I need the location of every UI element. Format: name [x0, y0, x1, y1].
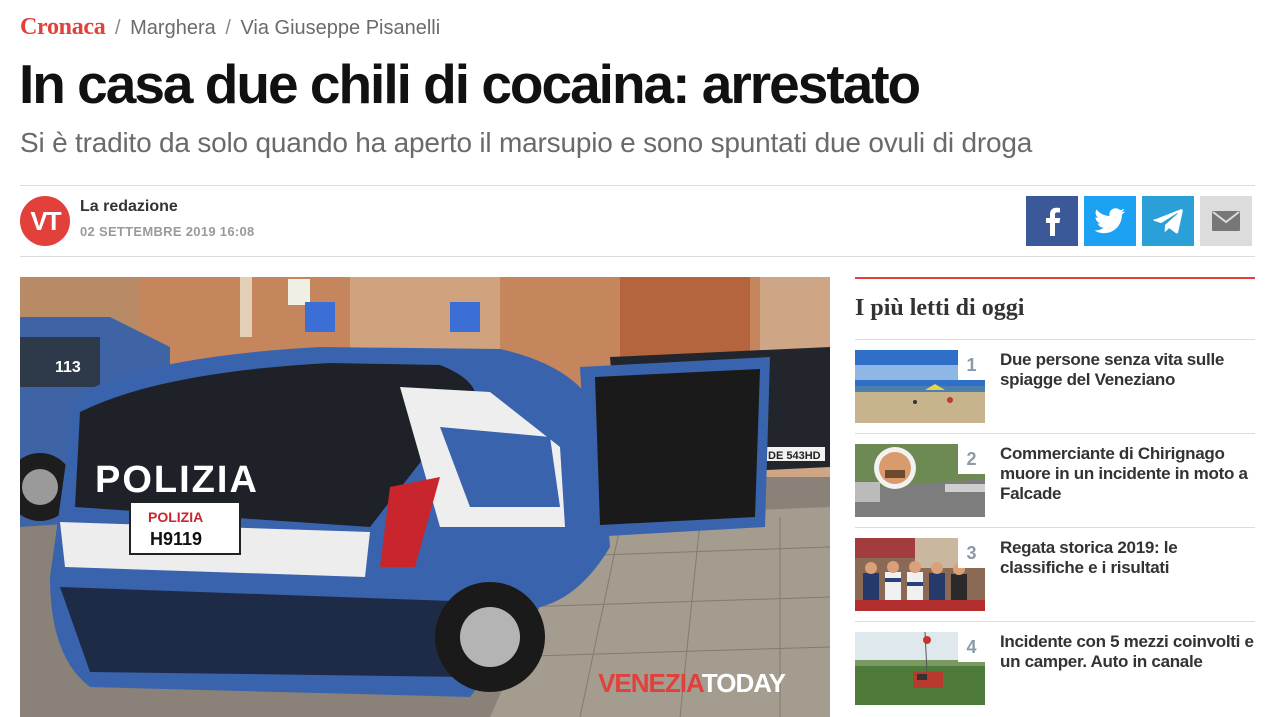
breadcrumb-section-link[interactable]: Cronaca	[20, 14, 106, 40]
watermark-venezia: VENEZIA	[598, 668, 703, 698]
breadcrumb-street-link[interactable]: Via Giuseppe Pisanelli	[240, 17, 440, 39]
facebook-icon	[1046, 207, 1061, 236]
plate-number-text: H9119	[150, 529, 202, 549]
divider	[20, 256, 1255, 257]
item-title-link[interactable]: Due persone senza vita sulle spiagge del…	[1000, 350, 1255, 390]
share-telegram-button[interactable]	[1142, 196, 1194, 246]
share-twitter-button[interactable]	[1084, 196, 1136, 246]
item-rank: 1	[958, 350, 985, 380]
item-rank: 3	[958, 538, 985, 568]
most-read-sidebar: I più letti di oggi 1 Due persone senza …	[855, 277, 1255, 716]
car-badge-text: POLIZIA	[95, 459, 259, 501]
item-title-link[interactable]: Regata storica 2019: le classifiche e i …	[1000, 538, 1255, 578]
author-name[interactable]: La redazione	[80, 198, 178, 216]
article-subtitle: Si è tradito da solo quando ha aperto il…	[20, 127, 1033, 158]
item-title-link[interactable]: Incidente con 5 mezzi coinvolti e un cam…	[1000, 632, 1255, 672]
item-title-link[interactable]: Commerciante di Chirignago muore in un i…	[1000, 444, 1255, 504]
most-read-item[interactable]: 3 Regata storica 2019: le classifiche e …	[855, 528, 1255, 622]
divider	[20, 185, 1255, 186]
breadcrumb-separator: /	[115, 17, 121, 39]
twitter-icon	[1094, 208, 1125, 234]
item-rank: 4	[958, 632, 985, 662]
most-read-item[interactable]: 2 Commerciante di Chirignago muore in un…	[855, 434, 1255, 528]
share-email-button[interactable]	[1200, 196, 1252, 246]
breadcrumb-separator: /	[225, 17, 231, 39]
most-read-item[interactable]: 1 Due persone senza vita sulle spiagge d…	[855, 340, 1255, 434]
photo-watermark: VENEZIATODAY	[598, 668, 786, 699]
email-icon	[1212, 211, 1240, 231]
breadcrumb-place-link[interactable]: Marghera	[130, 17, 216, 39]
author-logo[interactable]: VT	[20, 196, 70, 246]
telegram-icon	[1153, 209, 1183, 234]
article-photo[interactable]: 113 DE 543HD POLIZIA POLIZIA H9119 VENEZ…	[20, 277, 830, 717]
article-title: In casa due chili di cocaina: arrestato	[19, 53, 921, 115]
svg-text:DE 543HD: DE 543HD	[768, 450, 821, 462]
sidebar-title: I più letti di oggi	[855, 295, 1025, 321]
share-facebook-button[interactable]	[1026, 196, 1078, 246]
watermark-today: TODAY	[701, 668, 786, 698]
item-rank: 2	[958, 444, 985, 474]
svg-text:113: 113	[55, 359, 81, 376]
police-car-image: 113 DE 543HD POLIZIA POLIZIA H9119	[20, 277, 830, 717]
plate-top-text: POLIZIA	[148, 509, 203, 525]
publish-date: 02 SETTEMBRE 2019 16:08	[80, 224, 255, 239]
most-read-item[interactable]: 4 Incidente con 5 mezzi coinvolti e un c…	[855, 622, 1255, 716]
breadcrumb: Cronaca / Marghera / Via Giuseppe Pisane…	[20, 14, 440, 41]
sidebar-accent-line	[855, 277, 1255, 279]
